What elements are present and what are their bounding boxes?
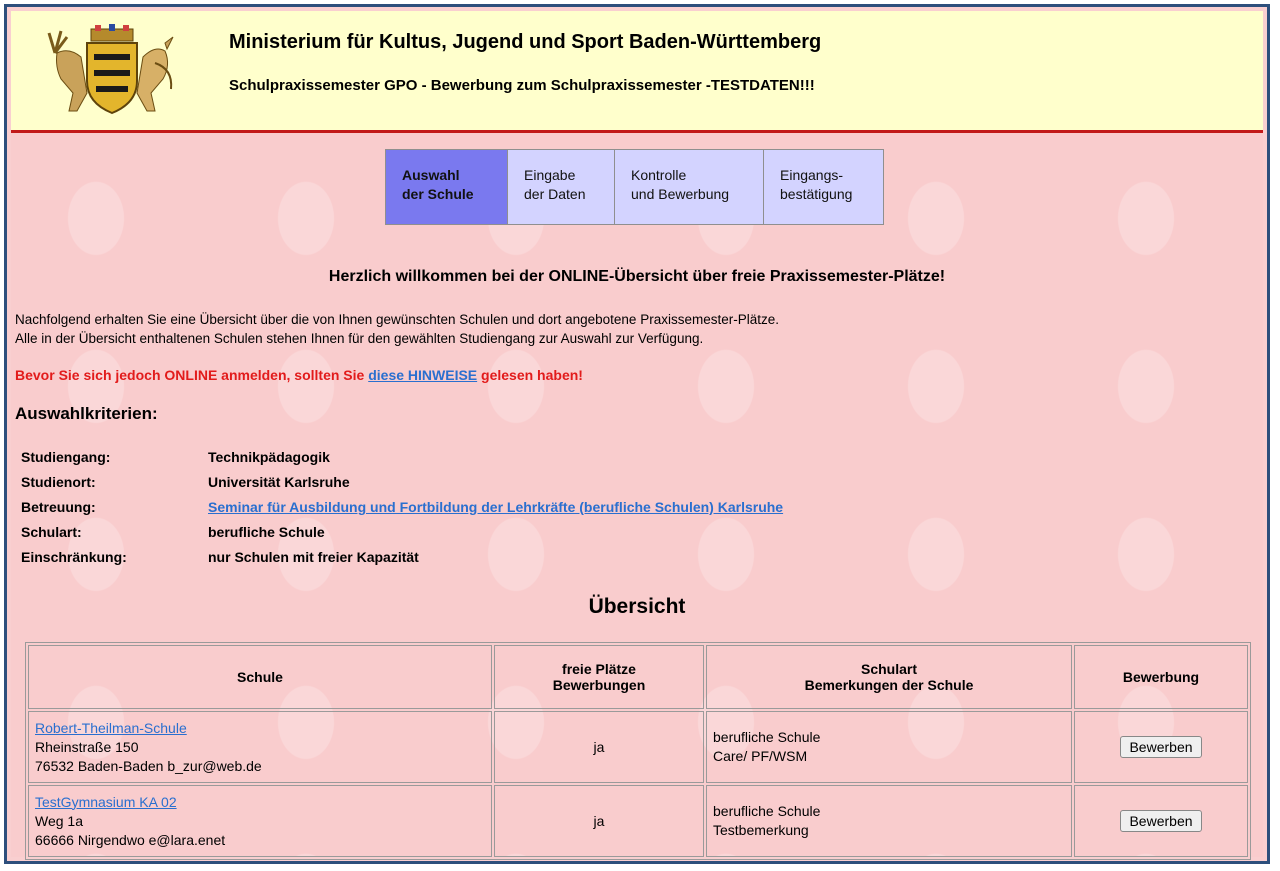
table-row: TestGymnasium KA 02 Weg 1a 66666 Nirgend… bbox=[28, 785, 1248, 857]
step-school-selection[interactable]: Auswahl der Schule bbox=[386, 150, 508, 224]
school-city-email: 76532 Baden-Baden b_zur@web.de bbox=[35, 757, 262, 774]
step-label-line1: Kontrolle bbox=[631, 167, 687, 183]
step-data-entry[interactable]: Eingabe der Daten bbox=[508, 150, 615, 224]
column-header-line1: freie Plätze bbox=[562, 661, 636, 677]
apply-cell: Bewerben bbox=[1074, 785, 1248, 857]
table-row: Robert-Theilman-Schule Rheinstraße 150 7… bbox=[28, 711, 1248, 783]
page-frame: Ministerium für Kultus, Jugend und Sport… bbox=[4, 4, 1270, 864]
step-label-line2: und Bewerbung bbox=[631, 186, 730, 202]
free-places-cell: ja bbox=[494, 711, 704, 783]
coat-of-arms-logo bbox=[47, 24, 174, 115]
school-name-link[interactable]: TestGymnasium KA 02 bbox=[35, 794, 177, 810]
apply-button[interactable]: Bewerben bbox=[1120, 810, 1202, 832]
column-header-line2: Bemerkungen der Schule bbox=[804, 677, 974, 693]
column-header-school: Schule bbox=[28, 645, 492, 709]
school-type: berufliche Schule bbox=[713, 729, 821, 745]
criteria-label: Studiengang: bbox=[21, 449, 111, 465]
criteria-heading: Auswahlkriterien: bbox=[15, 404, 158, 423]
criteria-value: berufliche Schule bbox=[208, 524, 325, 540]
school-remark: Care/ PF/WSM bbox=[713, 748, 808, 764]
school-street: Rheinstraße 150 bbox=[35, 738, 139, 755]
criteria-list: Studiengang: Technikpädagogik Studienort… bbox=[21, 449, 783, 574]
warning-notice: Bevor Sie sich jedoch ONLINE anmelden, s… bbox=[15, 367, 583, 383]
intro-text: Nachfolgend erhalten Sie eine Übersicht … bbox=[15, 310, 779, 348]
step-label-line2: der Daten bbox=[524, 186, 586, 202]
step-label-line1: Eingabe bbox=[524, 167, 576, 183]
progress-steps: Auswahl der Schule Eingabe der Daten Kon… bbox=[385, 149, 884, 225]
step-label-line1: Auswahl bbox=[402, 167, 460, 183]
criteria-row-supervision: Betreuung: Seminar für Ausbildung und Fo… bbox=[21, 499, 783, 524]
page-content: Ministerium für Kultus, Jugend und Sport… bbox=[11, 11, 1263, 860]
hints-link[interactable]: diese HINWEISE bbox=[368, 367, 477, 383]
criteria-label: Einschränkung: bbox=[21, 549, 127, 565]
step-review-and-apply[interactable]: Kontrolle und Bewerbung bbox=[615, 150, 764, 224]
page-subtitle: Schulpraxissemester GPO - Bewerbung zum … bbox=[229, 77, 815, 94]
warning-text-before: Bevor Sie sich jedoch ONLINE anmelden, s… bbox=[15, 367, 369, 383]
apply-cell: Bewerben bbox=[1074, 711, 1248, 783]
school-city-email: 66666 Nirgendwo e@lara.enet bbox=[35, 831, 226, 848]
step-label-line2: bestätigung bbox=[780, 186, 853, 202]
school-cell: TestGymnasium KA 02 Weg 1a 66666 Nirgend… bbox=[28, 785, 492, 857]
criteria-value: nur Schulen mit freier Kapazität bbox=[208, 549, 419, 565]
school-type: berufliche Schule bbox=[713, 803, 821, 819]
column-header-line2: Bewerbungen bbox=[552, 677, 646, 693]
criteria-value: Universität Karlsruhe bbox=[208, 474, 350, 490]
schools-table: Schule freie Plätze Bewerbungen Schulart… bbox=[25, 642, 1251, 860]
header: Ministerium für Kultus, Jugend und Sport… bbox=[11, 11, 1263, 133]
intro-line-2: Alle in der Übersicht enthaltenen Schule… bbox=[15, 331, 704, 346]
school-cell: Robert-Theilman-Schule Rheinstraße 150 7… bbox=[28, 711, 492, 783]
criteria-row-restriction: Einschränkung: nur Schulen mit freier Ka… bbox=[21, 549, 783, 574]
criteria-label: Studienort: bbox=[21, 474, 96, 490]
column-header-school-type: Schulart Bemerkungen der Schule bbox=[706, 645, 1072, 709]
school-type-cell: berufliche Schule Testbemerkung bbox=[706, 785, 1072, 857]
apply-button[interactable]: Bewerben bbox=[1120, 736, 1202, 758]
warning-text-after: gelesen haben! bbox=[477, 367, 583, 383]
ministry-title: Ministerium für Kultus, Jugend und Sport… bbox=[229, 31, 822, 53]
seminar-link[interactable]: Seminar für Ausbildung und Fortbildung d… bbox=[208, 499, 783, 515]
column-header-places: freie Plätze Bewerbungen bbox=[494, 645, 704, 709]
step-confirmation[interactable]: Eingangs- bestätigung bbox=[764, 150, 883, 224]
table-header-row: Schule freie Plätze Bewerbungen Schulart… bbox=[28, 645, 1248, 709]
criteria-row-program: Studiengang: Technikpädagogik bbox=[21, 449, 783, 474]
criteria-label: Schulart: bbox=[21, 524, 82, 540]
criteria-row-location: Studienort: Universität Karlsruhe bbox=[21, 474, 783, 499]
intro-line-1: Nachfolgend erhalten Sie eine Übersicht … bbox=[15, 312, 779, 327]
school-remark: Testbemerkung bbox=[713, 822, 809, 838]
overview-heading: Übersicht bbox=[588, 595, 686, 618]
school-type-cell: berufliche Schule Care/ PF/WSM bbox=[706, 711, 1072, 783]
criteria-row-school-type: Schulart: berufliche Schule bbox=[21, 524, 783, 549]
column-header-line1: Schulart bbox=[860, 661, 917, 677]
criteria-value: Technikpädagogik bbox=[208, 449, 330, 465]
step-label-line1: Eingangs- bbox=[780, 167, 844, 183]
free-places-cell: ja bbox=[494, 785, 704, 857]
welcome-heading: Herzlich willkommen bei der ONLINE-Übers… bbox=[328, 268, 946, 285]
criteria-label: Betreuung: bbox=[21, 499, 96, 515]
school-name-link[interactable]: Robert-Theilman-Schule bbox=[35, 720, 187, 736]
column-header-apply: Bewerbung bbox=[1074, 645, 1248, 709]
school-street: Weg 1a bbox=[35, 812, 83, 829]
step-label-line2: der Schule bbox=[402, 186, 474, 202]
